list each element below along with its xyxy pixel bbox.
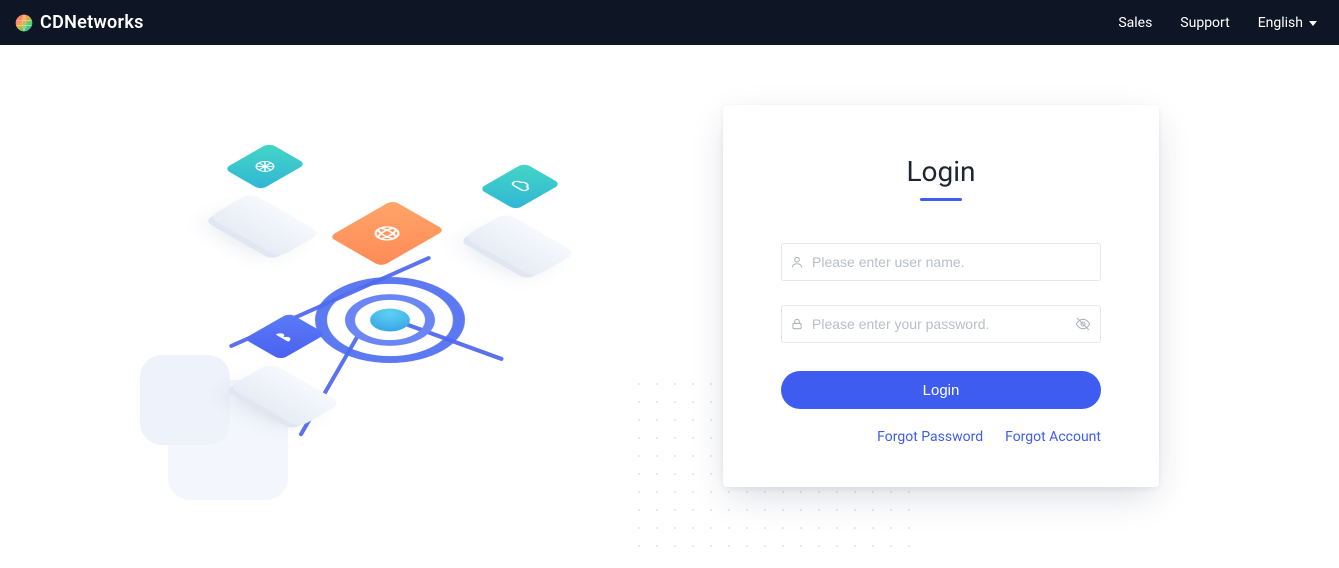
chevron-down-icon — [1309, 21, 1317, 26]
eye-off-icon — [1075, 316, 1091, 332]
forgot-account-link[interactable]: Forgot Account — [1005, 429, 1101, 445]
nav-support-label: Support — [1180, 15, 1229, 31]
user-icon — [790, 255, 804, 269]
login-button[interactable]: Login — [781, 371, 1101, 409]
hero-illustration — [140, 135, 600, 535]
lock-icon — [790, 317, 804, 331]
login-title: Login — [781, 155, 1101, 188]
login-card: Login Login Forgot Password Forgot Accou… — [723, 105, 1159, 487]
forgot-password-link[interactable]: Forgot Password — [877, 429, 983, 445]
username-field-wrap — [781, 243, 1101, 281]
brand-name: CDNetworks — [40, 12, 144, 33]
nav-support[interactable]: Support — [1180, 15, 1229, 31]
toggle-password-visibility[interactable] — [1075, 316, 1091, 332]
nav-language-label: English — [1258, 15, 1303, 31]
aux-links: Forgot Password Forgot Account — [781, 429, 1101, 445]
title-underline — [920, 198, 962, 201]
password-input[interactable] — [781, 305, 1101, 343]
brand[interactable]: CDNetworks — [14, 12, 144, 33]
nav-sales-label: Sales — [1118, 15, 1152, 31]
nav-sales[interactable]: Sales — [1118, 15, 1152, 31]
top-nav: CDNetworks Sales Support English — [0, 0, 1339, 45]
password-field-wrap — [781, 305, 1101, 343]
username-input[interactable] — [781, 243, 1101, 281]
main-area: Login Login Forgot Password Forgot Accou… — [0, 45, 1339, 568]
brand-logo-icon — [14, 13, 34, 33]
nav-language-dropdown[interactable]: English — [1258, 15, 1317, 31]
